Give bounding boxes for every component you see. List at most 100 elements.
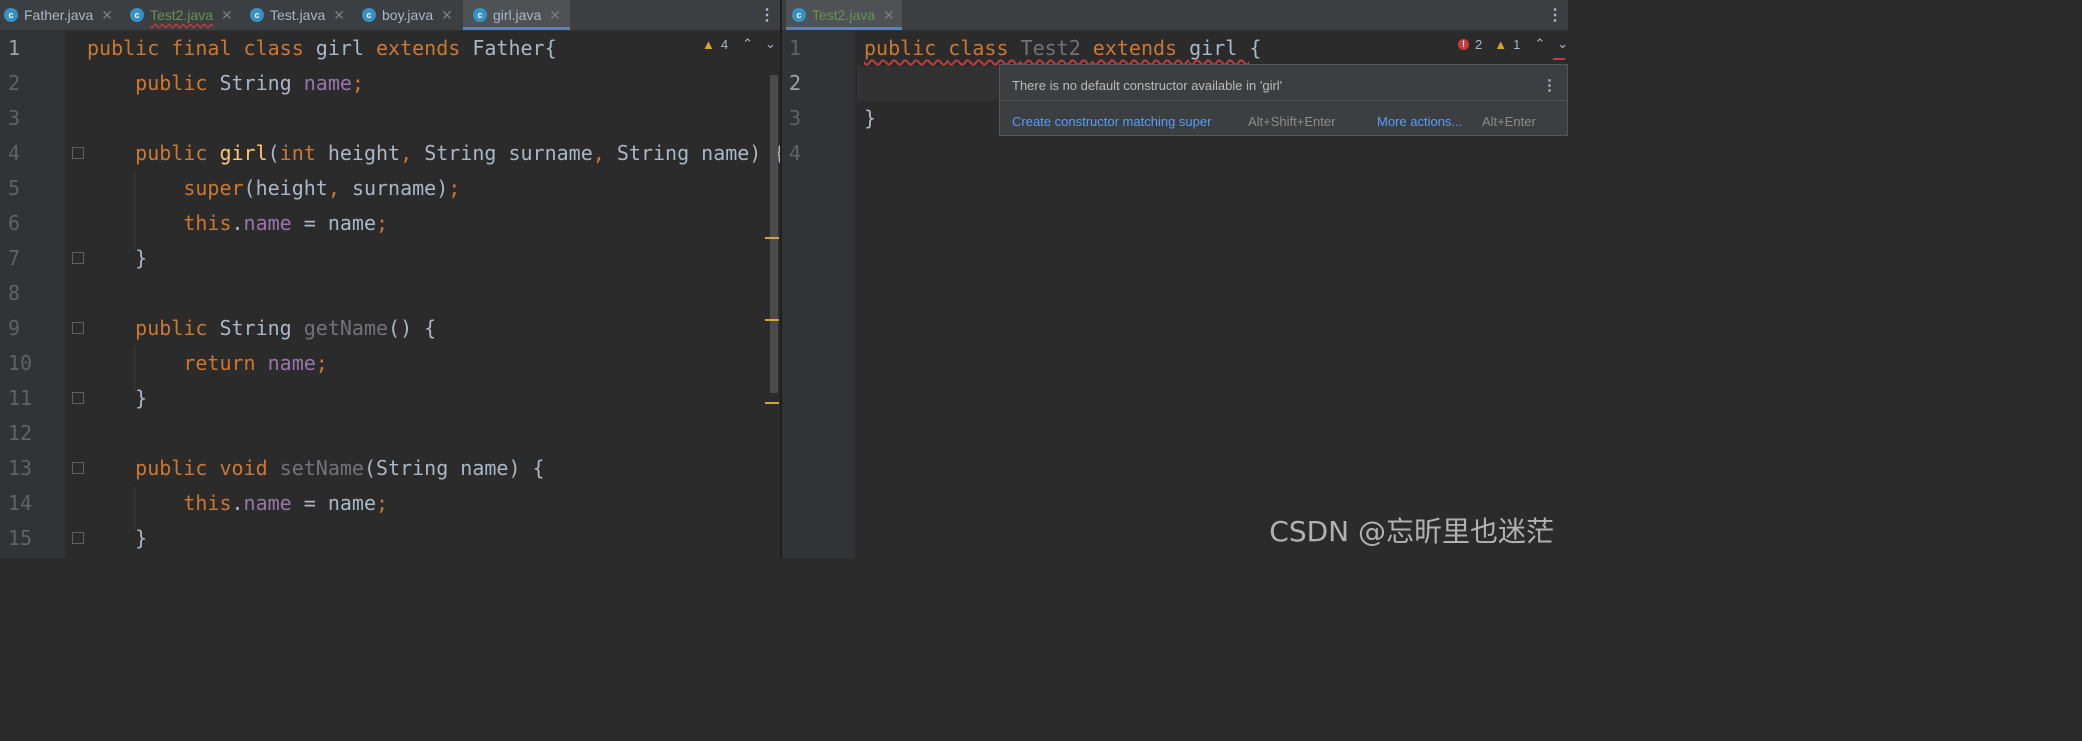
tab-test2-java-right[interactable]: c Test2.java ✕ (786, 0, 902, 30)
code-token: int (279, 141, 328, 165)
code-token: name (267, 351, 316, 375)
chevron-down-icon[interactable]: ⌄ (765, 36, 776, 52)
left-tab-bar: c Father.java ✕ c Test2.java ✕ c Test.ja… (0, 0, 780, 31)
code-token: return (87, 351, 268, 375)
line-number: 2 (789, 71, 802, 95)
code-token: ; (351, 71, 364, 95)
chevron-up-icon[interactable]: ⌃ (742, 36, 753, 52)
code-token: . (231, 491, 244, 515)
line-number: 13 (8, 456, 33, 480)
tab-girl-java[interactable]: c girl.java ✕ (463, 0, 570, 30)
code-line[interactable]: this.name = name; (87, 206, 388, 241)
tab-boy-java[interactable]: c boy.java ✕ (362, 0, 453, 30)
line-number: 1 (8, 36, 21, 60)
code-line[interactable]: this.name = name; (87, 486, 388, 521)
watermark: CSDN @忘昕里也迷茫 (1269, 515, 1554, 548)
more-actions-shortcut: Alt+Enter (1482, 114, 1536, 129)
code-token: , (400, 141, 425, 165)
fold-icon[interactable] (72, 462, 84, 474)
code-token: public (87, 316, 220, 340)
code-token: setName (279, 456, 364, 480)
tab-label: Test.java (270, 7, 326, 23)
fold-icon[interactable] (72, 252, 84, 264)
tab-test-java[interactable]: c Test.java ✕ (250, 0, 345, 30)
more-actions-link[interactable]: More actions... (1377, 114, 1462, 129)
inspection-widget-right[interactable]: ! 2 ▲ 1 ⌃ ⌄ (1458, 36, 1568, 52)
line-number: 2 (8, 71, 21, 95)
code-line[interactable]: } (87, 241, 147, 276)
warning-stripe[interactable] (765, 402, 779, 404)
create-constructor-action[interactable]: Create constructor matching super (1012, 114, 1211, 129)
close-icon[interactable]: ✕ (441, 7, 453, 24)
class-icon: c (362, 8, 376, 22)
close-icon[interactable]: ✕ (549, 7, 561, 24)
warning-stripe[interactable] (765, 237, 779, 239)
close-icon[interactable]: ✕ (883, 7, 895, 24)
code-token: } (864, 106, 877, 130)
code-token: Father{ (472, 36, 557, 60)
error-stripe[interactable] (1553, 58, 1565, 60)
code-token: = name (303, 491, 377, 515)
code-line[interactable]: public String name; (87, 66, 364, 101)
code-token: this (87, 211, 232, 235)
warning-count: 1 (1513, 36, 1521, 52)
code-token: getName (303, 316, 389, 340)
line-number: 6 (8, 211, 21, 235)
tab-test2-java[interactable]: c Test2.java ✕ (130, 0, 233, 30)
vertical-scrollbar[interactable] (770, 75, 778, 393)
fold-icon[interactable] (72, 322, 84, 334)
inspection-widget[interactable]: ▲ 4 ⌃ ⌄ (702, 36, 776, 52)
tab-father-java[interactable]: c Father.java ✕ (4, 0, 113, 30)
code-line[interactable]: public girl(int height, String surname, … (87, 136, 780, 171)
code-token: name (303, 71, 352, 95)
action-shortcut: Alt+Shift+Enter (1248, 114, 1336, 129)
code-token: extends (1092, 36, 1190, 60)
close-icon[interactable]: ✕ (333, 7, 345, 24)
tab-label: Test2.java (812, 7, 876, 23)
code-line[interactable]: public void setName(String name) { (87, 451, 544, 486)
code-token: ; (448, 176, 461, 200)
fold-icon[interactable] (72, 392, 84, 404)
warning-count: 4 (720, 36, 729, 52)
code-token: (height (243, 176, 328, 200)
chevron-down-icon[interactable]: ⌄ (1557, 36, 1568, 52)
code-token: , (327, 176, 352, 200)
run-class-icon: c (250, 8, 264, 22)
class-icon: c (473, 8, 487, 22)
line-number: 10 (8, 351, 33, 375)
line-number: 3 (8, 106, 21, 130)
code-line[interactable]: public String getName() { (87, 311, 436, 346)
warning-stripe[interactable] (765, 319, 779, 321)
close-icon[interactable]: ✕ (101, 7, 113, 24)
close-icon[interactable]: ✕ (221, 7, 233, 24)
code-line[interactable]: } (864, 101, 876, 136)
code-token: class (948, 36, 1021, 60)
fold-icon[interactable] (72, 147, 84, 159)
warning-icon: ▲ (1494, 36, 1508, 52)
left-editor-pane: c Father.java ✕ c Test2.java ✕ c Test.ja… (0, 0, 780, 558)
code-token: name (243, 491, 304, 515)
more-tabs-icon[interactable]: ⋮ (759, 0, 775, 30)
line-number: 1 (789, 36, 802, 60)
code-line[interactable]: public class Test2 extends girl { (864, 31, 1261, 66)
code-token: } (87, 386, 148, 410)
code-line[interactable]: public final class girl extends Father{ (87, 31, 557, 66)
code-token: public (87, 141, 220, 165)
fold-icon[interactable] (72, 532, 84, 544)
more-tabs-icon[interactable]: ⋮ (1547, 0, 1563, 30)
code-token: ( (267, 141, 280, 165)
code-editor-girl[interactable]: 1 2 3 4 5 6 7 8 9 10 11 12 13 14 15 public final class… (0, 31, 780, 558)
line-number: 11 (8, 386, 33, 410)
code-line[interactable]: super(height, surname); (87, 171, 460, 206)
code-line[interactable]: } (87, 521, 147, 556)
chevron-up-icon[interactable]: ⌃ (1534, 36, 1545, 52)
code-token: ; (376, 211, 389, 235)
code-line[interactable]: } (87, 381, 147, 416)
code-line[interactable]: return name; (87, 346, 328, 381)
popup-options-icon[interactable]: ⋮ (1542, 76, 1557, 94)
code-token: () { (388, 316, 437, 340)
class-icon: c (792, 8, 806, 22)
line-number: 14 (8, 491, 33, 515)
code-token: super (87, 176, 244, 200)
tab-label: Test2.java (150, 7, 214, 23)
